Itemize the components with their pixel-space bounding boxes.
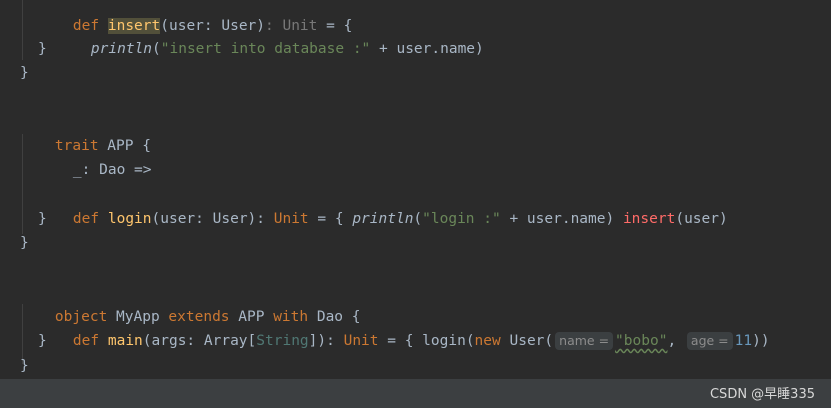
code-line-brace: } [38, 333, 47, 349]
code-line-object: object MyApp extends APP with Dao { [54, 309, 361, 325]
code-line-brace: } [20, 358, 29, 374]
code-line-main-def: def main(args: Array[String]): Unit = { … [72, 332, 770, 350]
code-line-brace: } [38, 41, 47, 57]
code-line-brace: } [20, 65, 29, 81]
status-bar: CSDN @早睡335 [0, 378, 831, 408]
code-line-println-insert: println("insert into database :" + user.… [90, 41, 484, 57]
code-line-brace: } [20, 235, 29, 251]
code-editor[interactable]: def insert(user: User): Unit = { println… [0, 0, 831, 378]
parameter-hint-name: name = [555, 332, 614, 350]
watermark: CSDN @早睡335 [709, 387, 815, 402]
parameter-hint-age: age = [686, 332, 733, 350]
code-line-self-type: _: Dao => [72, 162, 152, 178]
code-line-trait: trait APP { [54, 138, 151, 154]
code-line-insert-def: def insert(user: User): Unit = { [72, 18, 353, 34]
code-line-brace: } [38, 211, 47, 227]
code-line-login-def: def login(user: User): Unit = { println(… [72, 211, 728, 227]
indent-guide [22, 0, 23, 60]
